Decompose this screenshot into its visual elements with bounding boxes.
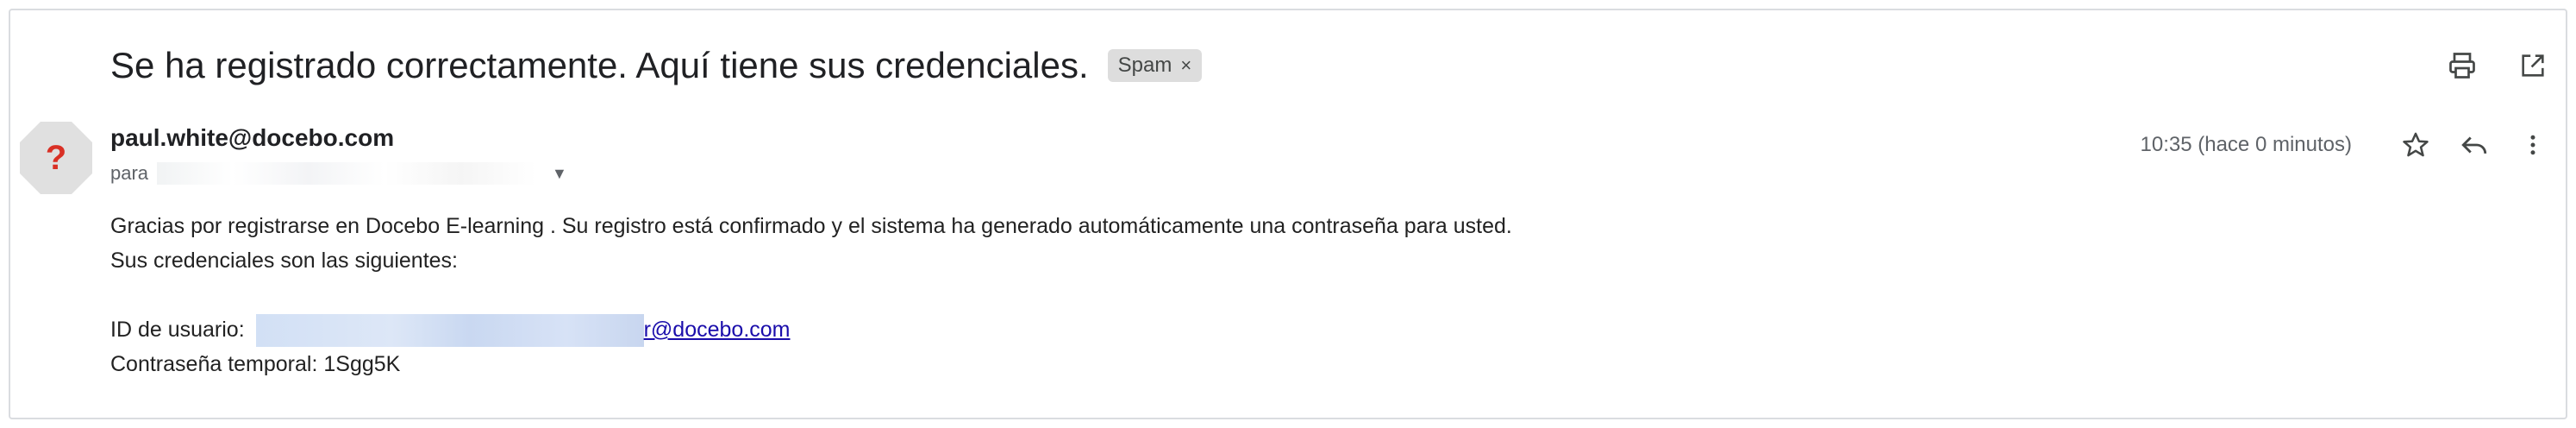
spam-label-text: Spam (1117, 54, 1172, 77)
body-line-1: Gracias por registrarse en Docebo E-lear… (110, 214, 1512, 238)
user-id-label: ID de usuario: (110, 318, 245, 342)
avatar-glyph: ? (46, 139, 66, 177)
user-id-line: ID de usuario: r@docebo.com (110, 312, 2438, 348)
redacted-recipient (157, 162, 537, 185)
to-prefix: para (110, 162, 149, 184)
password-label: Contraseña temporal: (110, 352, 318, 377)
remove-label-icon[interactable]: × (1180, 54, 1191, 77)
message-meta: 10:35 (hace 0 minutos) (2141, 124, 2554, 166)
print-button[interactable] (2442, 45, 2483, 86)
recipients-row: para ▼ (110, 162, 567, 185)
reply-icon (2461, 136, 2487, 154)
star-icon (2403, 132, 2429, 157)
star-button[interactable] (2395, 124, 2436, 166)
unknown-sender-icon: ? (20, 122, 92, 194)
email-subject: Se ha registrado correctamente. Aquí tie… (110, 45, 1089, 85)
more-options-button[interactable] (2512, 124, 2554, 166)
password-value: 1Sgg5K (323, 352, 401, 377)
body-line-2: Sus credenciales son las siguientes: (110, 249, 459, 273)
password-line: Contraseña temporal: 1Sgg5K (110, 347, 2438, 381)
message-body: Gracias por registrarse en Docebo E-lear… (110, 209, 2438, 381)
message-timestamp: 10:35 (hace 0 minutos) (2140, 133, 2352, 156)
spam-label-chip[interactable]: Spam × (1107, 49, 1203, 82)
more-vert-icon (2530, 135, 2535, 155)
redacted-user-id (255, 314, 644, 348)
open-in-new-window-button[interactable] (2512, 45, 2554, 86)
sender-address[interactable]: paul.white@docebo.com (110, 124, 394, 152)
sender-avatar[interactable]: ? (17, 119, 95, 197)
open-in-new-icon (2522, 54, 2544, 77)
chevron-down-icon[interactable]: ▼ (552, 165, 567, 183)
thread-actions (2442, 45, 2554, 86)
reply-button[interactable] (2454, 124, 2495, 166)
subject-row: Se ha registrado correctamente. Aquí tie… (110, 40, 1203, 91)
print-icon (2449, 53, 2475, 79)
email-card: Se ha registrado correctamente. Aquí tie… (9, 9, 2567, 419)
user-id-link[interactable]: r@docebo.com (644, 318, 791, 342)
